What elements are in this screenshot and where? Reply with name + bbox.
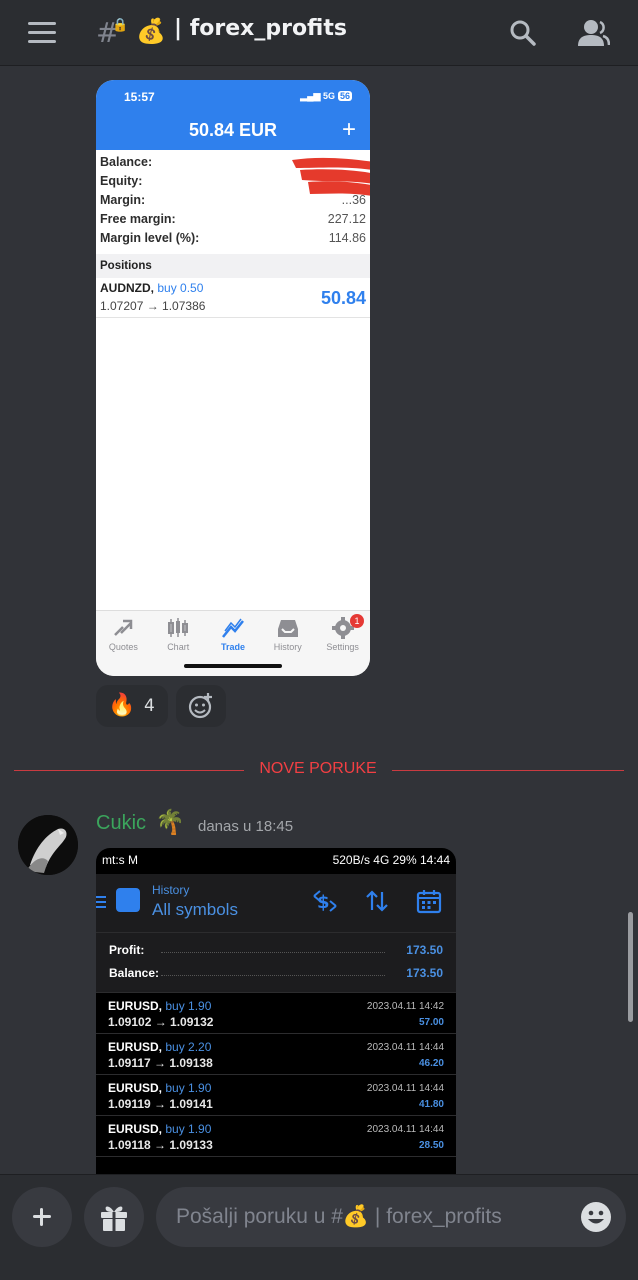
deal-row[interactable]: EURUSD, buy 1.90 1.09102 → 1.09132 2023.… bbox=[96, 992, 456, 1033]
chart-icon bbox=[168, 618, 189, 637]
menu-icon[interactable] bbox=[28, 22, 56, 44]
quotes-icon bbox=[114, 619, 133, 636]
new-messages-divider-left bbox=[14, 770, 244, 771]
fire-emoji: 🔥 bbox=[108, 693, 136, 718]
new-messages-label: NOVE PORUKE bbox=[259, 760, 377, 777]
gift-icon bbox=[101, 1206, 127, 1231]
money-bag-emoji: 💰 bbox=[136, 17, 166, 45]
sort-icon bbox=[366, 890, 388, 912]
settings-badge: 1 bbox=[349, 614, 364, 628]
status-icons: ▂▄▆ 5G 56 bbox=[300, 91, 352, 101]
gift-button[interactable] bbox=[84, 1187, 144, 1247]
history-inbox-icon bbox=[277, 620, 298, 637]
home-indicator bbox=[184, 664, 282, 668]
trade-icon bbox=[222, 618, 244, 638]
currency-swap-icon: $ bbox=[313, 890, 337, 913]
author-name[interactable]: Cukic bbox=[96, 812, 146, 835]
position-prices: 1.07207 → 1.07386 bbox=[100, 299, 206, 313]
redaction-scribble bbox=[292, 157, 370, 196]
margin-level-row: Margin level (%): 114.86 bbox=[100, 231, 366, 245]
plus-icon: + bbox=[341, 116, 356, 143]
equity-title: 50.84 EUR bbox=[188, 120, 278, 140]
calendar-icon bbox=[416, 890, 442, 914]
reaction-fire[interactable]: 🔥 4 bbox=[96, 685, 168, 727]
deal-row[interactable]: EURUSD, buy 2.20 1.09117 → 1.09138 2023.… bbox=[96, 1033, 456, 1074]
history-screenshot[interactable]: mt:s M 520B/s 4G 29% 14:44 History All s… bbox=[96, 848, 456, 1178]
lock-icon: 🔒 bbox=[112, 18, 129, 33]
add-reaction-icon bbox=[188, 693, 212, 719]
position-profit: 50.84 bbox=[320, 288, 366, 308]
positions-header: Positions bbox=[96, 254, 370, 278]
eagle-avatar-icon bbox=[18, 815, 78, 875]
free-margin-row: Free margin: 227.12 bbox=[100, 212, 366, 226]
scrollbar[interactable] bbox=[628, 912, 633, 1022]
message-composer: Pošalji poruku u #💰 | forex_profits bbox=[0, 1174, 638, 1280]
deal-row[interactable]: EURUSD, buy 1.90 1.09119 → 1.09141 2023.… bbox=[96, 1074, 456, 1115]
balance-row: Balance: 173.50 bbox=[109, 966, 443, 980]
channel-header: # 🔒 💰 | forex_profits bbox=[0, 0, 638, 66]
message-input[interactable]: Pošalji poruku u #💰 | forex_profits bbox=[156, 1187, 626, 1247]
emoji-icon[interactable] bbox=[580, 1201, 612, 1233]
deal-row[interactable]: EURUSD, buy 1.90 1.09118 → 1.09133 2023.… bbox=[96, 1115, 456, 1156]
svg-text:$: $ bbox=[317, 892, 330, 913]
message-placeholder: Pošalji poruku u #💰 | forex_profits bbox=[176, 1205, 502, 1228]
message-timestamp: danas u 18:45 bbox=[198, 818, 294, 835]
history-toolbar: History All symbols $ bbox=[96, 874, 456, 932]
tab-quotes[interactable]: Quotes bbox=[96, 611, 151, 676]
battery-icon: 56 bbox=[337, 91, 352, 101]
search-icon[interactable] bbox=[508, 18, 538, 48]
members-icon[interactable] bbox=[576, 18, 610, 48]
screenshot2-status-bar: mt:s M 520B/s 4G 29% 14:44 bbox=[102, 853, 450, 867]
tab-settings[interactable]: Settings 1 bbox=[315, 611, 370, 676]
menu-icon bbox=[96, 896, 106, 911]
position-symbol: AUDNZD, bbox=[100, 281, 154, 295]
channel-name[interactable]: | forex_profits bbox=[174, 16, 347, 41]
history-summary: Profit: 173.50 Balance: 173.50 bbox=[96, 932, 456, 992]
position-row[interactable]: AUDNZD, buy 0.50 1.07207 → 1.07386 50.84 bbox=[96, 278, 370, 318]
reaction-count: 4 bbox=[144, 696, 155, 716]
status-time: 15:57 bbox=[124, 90, 155, 104]
attach-button[interactable] bbox=[12, 1187, 72, 1247]
mt-logo-icon bbox=[116, 888, 140, 912]
add-reaction-button[interactable] bbox=[176, 685, 226, 727]
symbols-filter: All symbols bbox=[152, 900, 238, 919]
position-side: buy 0.50 bbox=[157, 281, 204, 295]
palm-tree-emoji: 🌴 bbox=[155, 808, 185, 836]
screenshot-top-bar: 15:57 ▂▄▆ 5G 56 50.84 EUR + bbox=[96, 80, 370, 150]
history-label: History bbox=[152, 883, 190, 897]
avatar[interactable] bbox=[18, 815, 78, 875]
profit-row: Profit: 173.50 bbox=[109, 943, 443, 957]
account-summary: Balance: Equity: Margin: ...36 Free margi… bbox=[96, 150, 370, 248]
new-messages-divider-right bbox=[392, 770, 624, 771]
trade-screenshot[interactable]: 15:57 ▂▄▆ 5G 56 50.84 EUR + Balance: Equi… bbox=[96, 80, 370, 676]
